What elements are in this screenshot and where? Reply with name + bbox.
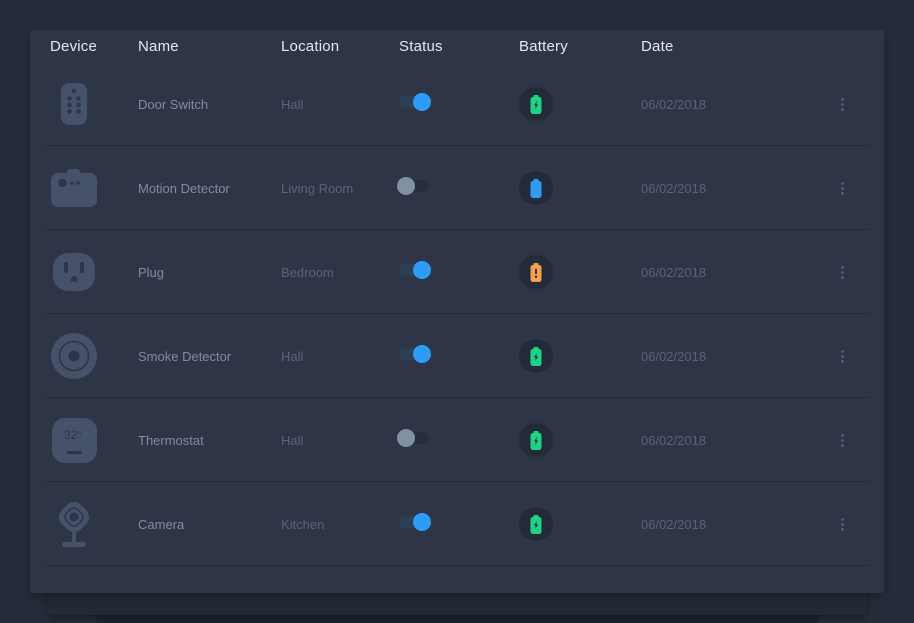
row-menu-button[interactable]	[837, 262, 848, 283]
device-date: 06/02/2018	[641, 517, 820, 532]
device-date: 06/02/2018	[641, 433, 820, 448]
device-date: 06/02/2018	[641, 265, 820, 280]
device-name: Smoke Detector	[138, 349, 281, 364]
device-location: Living Room	[281, 181, 399, 196]
column-header-location: Location	[281, 38, 399, 55]
row-menu-button[interactable]	[837, 430, 848, 451]
table-row: Smoke Detector Hall 06/02/2018	[30, 314, 884, 398]
battery-full-icon	[519, 171, 553, 205]
status-toggle[interactable]	[399, 516, 429, 528]
row-menu-button[interactable]	[837, 346, 848, 367]
table-header: Device Name Location Status Battery Date	[30, 30, 884, 62]
toggle-knob	[413, 345, 431, 363]
battery-charging-icon	[519, 87, 553, 121]
device-date: 06/02/2018	[641, 181, 820, 196]
status-toggle[interactable]	[399, 348, 429, 360]
power-outlet-icon	[50, 243, 98, 301]
status-toggle[interactable]	[399, 432, 429, 444]
device-name: Door Switch	[138, 97, 281, 112]
device-date: 06/02/2018	[641, 97, 820, 112]
toggle-knob	[413, 93, 431, 111]
thermostat-icon: 32°	[50, 411, 98, 469]
camera-icon	[50, 495, 98, 553]
table-row: Door Switch Hall 06/02/2018	[30, 62, 884, 146]
battery-low-icon	[519, 255, 553, 289]
column-header-battery: Battery	[519, 38, 641, 55]
toggle-knob	[413, 261, 431, 279]
device-location: Hall	[281, 97, 399, 112]
row-menu-button[interactable]	[837, 178, 848, 199]
battery-charging-icon	[519, 339, 553, 373]
remote-control-icon	[50, 75, 98, 133]
device-location: Bedroom	[281, 265, 399, 280]
column-header-name: Name	[138, 38, 281, 55]
motion-detector-icon	[50, 159, 98, 217]
row-menu-button[interactable]	[837, 514, 848, 535]
row-menu-button[interactable]	[837, 94, 848, 115]
svg-text:32°: 32°	[63, 428, 81, 442]
battery-charging-icon	[519, 423, 553, 457]
table-row: Motion Detector Living Room 06/02/2018	[30, 146, 884, 230]
device-location: Hall	[281, 433, 399, 448]
table-row: Plug Bedroom 06/02/2018	[30, 230, 884, 314]
device-date: 06/02/2018	[641, 349, 820, 364]
column-header-date: Date	[641, 38, 820, 55]
toggle-knob	[397, 429, 415, 447]
smoke-detector-icon	[50, 327, 98, 385]
table-row: 32° Thermostat Hall 06/02/2018	[30, 398, 884, 482]
device-table-panel: Device Name Location Status Battery Date…	[30, 30, 884, 593]
device-name: Thermostat	[138, 433, 281, 448]
status-toggle[interactable]	[399, 264, 429, 276]
table-body: Door Switch Hall 06/02/2018 Motion Detec…	[30, 62, 884, 566]
column-header-device: Device	[30, 38, 138, 55]
device-name: Motion Detector	[138, 181, 281, 196]
device-location: Kitchen	[281, 517, 399, 532]
status-toggle[interactable]	[399, 96, 429, 108]
battery-charging-icon	[519, 507, 553, 541]
column-header-status: Status	[399, 38, 519, 55]
device-name: Camera	[138, 517, 281, 532]
device-name: Plug	[138, 265, 281, 280]
toggle-knob	[413, 513, 431, 531]
toggle-knob	[397, 177, 415, 195]
device-location: Hall	[281, 349, 399, 364]
smart-home-devices-page: Device Name Location Status Battery Date…	[0, 0, 914, 623]
table-row: Camera Kitchen 06/02/2018	[30, 482, 884, 566]
status-toggle[interactable]	[399, 180, 429, 192]
